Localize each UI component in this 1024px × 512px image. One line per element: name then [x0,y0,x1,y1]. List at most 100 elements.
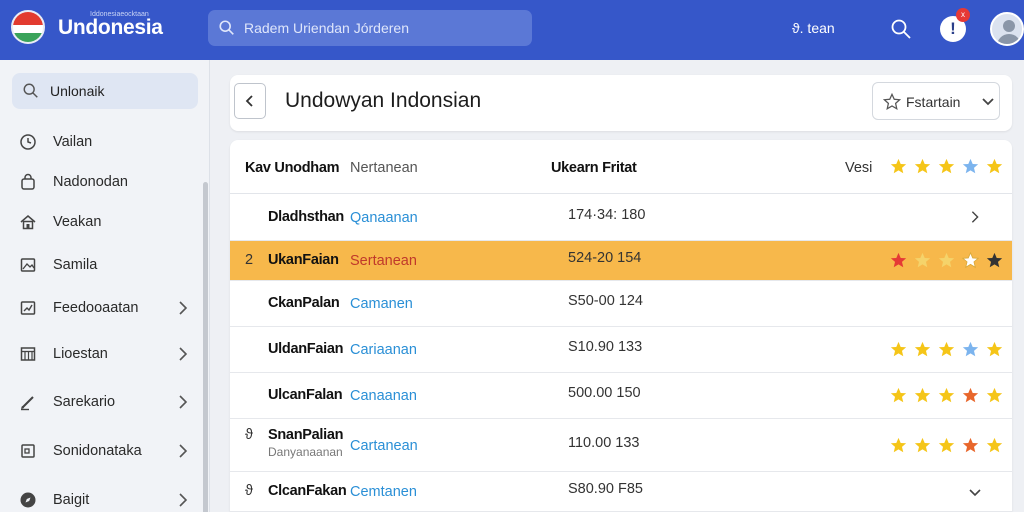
filter-dropdown-button[interactable]: Fstartain [872,82,1000,120]
table-row[interactable]: UlcanFalan Canaanan 500.00 150 [230,373,1012,419]
column-header-category[interactable]: Nertanean [350,160,418,176]
row-name: UlcanFalan [268,387,343,403]
row-name: Dladhsthan [268,209,344,225]
rating-star-icon[interactable] [914,341,931,358]
sidebar-item-label: Nadonodan [53,174,128,190]
rating-star-icon[interactable] [986,437,1003,454]
table-row[interactable]: ϑ SnanPalian Danyanaanan Cartanean 110.00 13… [230,419,1012,472]
search-icon[interactable] [890,18,912,40]
chevron-right-icon[interactable] [968,210,982,224]
sidebar-scrollbar[interactable] [203,182,208,512]
rating-star-icon[interactable] [938,387,955,404]
rating-star-icon[interactable] [914,158,931,175]
rating-star-icon[interactable] [914,437,931,454]
table-row[interactable]: ϑ ClcanFakan Cemtanen S80.90 F85 [230,472,1012,512]
back-button[interactable] [234,83,266,119]
row-value: S10.90 133 [568,339,643,355]
sidebar-search-input[interactable]: Unlonaik [12,73,198,109]
sidebar-item-label: Feedooaatan [53,300,139,316]
rating-star-icon[interactable] [890,158,907,175]
chevron-right-icon [179,444,188,458]
rating-star-icon[interactable] [890,341,907,358]
rating-star-icon[interactable] [962,252,979,269]
table-row[interactable]: UldanFaian Cariaanan S10.90 133 [230,327,1012,373]
table-row[interactable]: Dladhsthan Qanaanan 174·34: 180 [230,194,1012,241]
row-category-link[interactable]: Cemtanen [350,484,417,500]
row-category-link[interactable]: Sertanean [350,253,417,269]
sidebar-item[interactable]: Samila [0,247,200,283]
user-label[interactable]: ϑ. tean [792,20,835,36]
rating-star-icon[interactable] [962,437,979,454]
chevron-right-icon [179,301,188,315]
rating-star-icon[interactable] [914,387,931,404]
pen-icon [21,396,34,411]
avatar[interactable] [990,12,1024,46]
row-rating-stars [890,341,1003,359]
bag-icon [21,173,35,190]
row-subtitle: Danyanaanan [268,445,343,459]
header-rating-stars [890,158,1003,176]
rating-star-icon[interactable] [938,158,955,175]
row-number: ϑ [245,483,253,499]
chevron-right-icon [179,347,188,361]
chart-icon [20,301,36,315]
filter-label: Fstartain [906,94,961,110]
rating-star-icon[interactable] [914,252,931,269]
global-search-input[interactable]: Radem Uriendan Jórderen [208,10,532,46]
page-header: Undowyan Indonsian Fstartain [230,75,1012,131]
rating-star-icon[interactable] [986,387,1003,404]
brand-name[interactable]: Undonesia [58,16,163,40]
table-row[interactable]: CkanPalan Camanen S50-00 124 [230,281,1012,327]
rating-star-icon[interactable] [890,387,907,404]
rating-star-icon[interactable] [938,252,955,269]
sidebar-item[interactable]: Vailan [0,124,200,160]
sidebar-item[interactable]: Sonidonataka [0,433,200,469]
sidebar-item[interactable]: Feedooaatan [0,290,200,326]
row-category-link[interactable]: Camanen [350,296,413,312]
rating-star-icon[interactable] [986,252,1003,269]
sidebar-item[interactable]: Baigit [0,482,200,512]
rating-star-icon[interactable] [890,252,907,269]
row-name: ClcanFakan [268,483,347,499]
sidebar-item-label: Baigit [53,492,90,508]
table-row[interactable]: 2 UkanFaian Sertanean 524-20 154 [230,241,1012,281]
rating-star-icon[interactable] [962,387,979,404]
row-category-link[interactable]: Canaanan [350,388,417,404]
row-number: 2 [245,252,254,268]
compass-icon [20,492,36,508]
row-value: 110.00 133 [568,435,640,451]
chevron-down-icon[interactable] [968,486,982,500]
rating-star-icon[interactable] [986,341,1003,358]
row-rating-stars [890,252,1003,270]
notification-badge: x [956,8,970,22]
home-icon [20,215,36,230]
column-header-value[interactable]: Ukearn Fritat [551,160,637,176]
rating-star-icon[interactable] [986,158,1003,175]
rating-star-icon[interactable] [962,341,979,358]
row-name: SnanPalian [268,427,344,443]
row-value: 174·34: 180 [568,207,646,223]
row-category-link[interactable]: Cartanean [350,438,418,454]
rating-star-icon[interactable] [890,437,907,454]
row-value: 524-20 154 [568,250,642,266]
sidebar-item[interactable]: Veakan [0,204,200,240]
sidebar-item[interactable]: Sarekario [0,384,200,420]
sidebar-item-label: Veakan [53,214,102,230]
row-category-link[interactable]: Cariaanan [350,342,417,358]
sidebar-item-label: Sarekario [53,394,116,410]
rating-star-icon[interactable] [962,158,979,175]
rating-star-icon[interactable] [938,341,955,358]
column-header-name[interactable]: Kav Unodham [245,160,339,176]
chevron-left-icon [245,95,253,107]
column-header-rating[interactable]: Vesi [845,160,872,176]
row-number: ϑ [245,427,253,443]
row-value: 500.00 150 [568,385,641,401]
chevron-down-icon [982,98,994,106]
sidebar-item[interactable]: Lioestan [0,336,200,372]
row-rating-stars [890,437,1003,455]
rating-star-icon[interactable] [938,437,955,454]
search-placeholder: Radem Uriendan Jórderen [244,20,409,36]
row-category-link[interactable]: Qanaanan [350,210,418,226]
sidebar-item[interactable]: Nadonodan [0,164,200,200]
sidebar-search-value: Unlonaik [50,83,105,99]
